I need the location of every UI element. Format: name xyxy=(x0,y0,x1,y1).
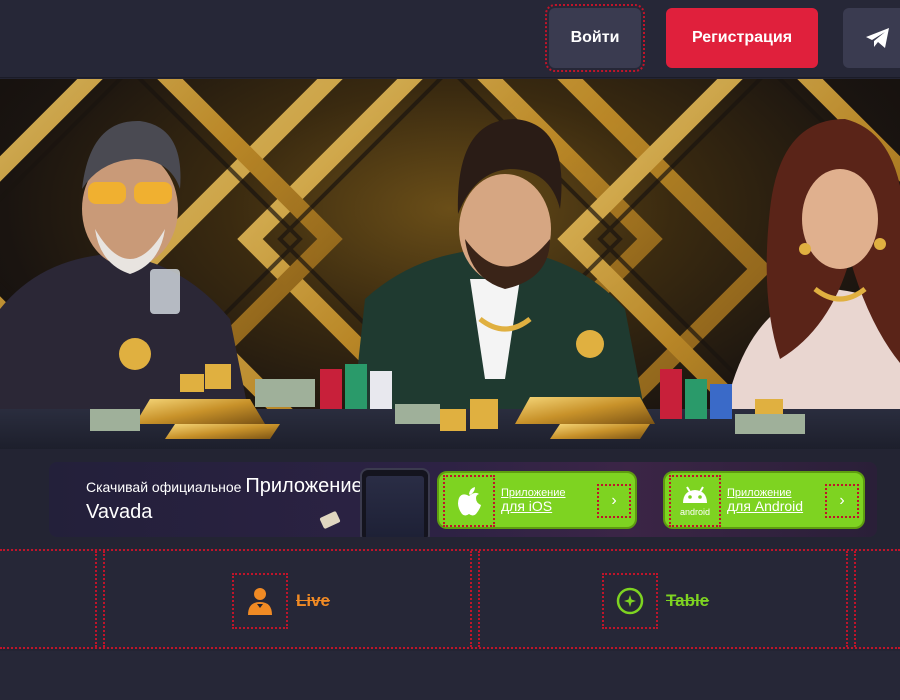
telegram-button[interactable] xyxy=(843,8,900,68)
chevron-right-icon: › xyxy=(597,484,631,518)
top-header: Войти Регистрация xyxy=(0,0,900,78)
apple-icon xyxy=(443,475,495,527)
category-table[interactable]: Table xyxy=(602,573,710,629)
telegram-icon xyxy=(866,28,889,48)
page-bottom xyxy=(0,651,900,700)
category-divider xyxy=(95,551,105,647)
category-divider xyxy=(846,551,856,647)
android-app-button[interactable]: android Приложение для Android › xyxy=(663,471,865,529)
app-banner-highlight: Приложение xyxy=(245,475,363,497)
category-live[interactable]: Live xyxy=(232,573,331,629)
android-icon-caption: android xyxy=(679,507,711,517)
ios-app-label: Приложение для iOS xyxy=(501,487,566,515)
app-banner-line1: Скачивай официальное xyxy=(86,479,242,495)
live-dealer-icon xyxy=(232,573,288,629)
hero-illustration xyxy=(0,79,900,449)
page: Войти Регистрация Скачивай официальное П… xyxy=(0,0,900,700)
android-app-label: Приложение для Android xyxy=(727,487,804,515)
ios-app-button[interactable]: Приложение для iOS › xyxy=(437,471,637,529)
android-icon: android xyxy=(669,475,721,527)
category-live-label: Live xyxy=(296,591,331,610)
category-divider xyxy=(470,551,480,647)
chevron-right-icon: › xyxy=(825,484,859,518)
register-button[interactable]: Регистрация xyxy=(666,8,818,68)
table-games-icon xyxy=(602,573,658,629)
login-button[interactable]: Войти xyxy=(545,4,645,72)
phone-illustration xyxy=(360,468,430,537)
category-strip: Live Table xyxy=(0,549,900,649)
hero-banner[interactable] xyxy=(0,79,900,449)
category-table-label: Table xyxy=(666,591,710,610)
